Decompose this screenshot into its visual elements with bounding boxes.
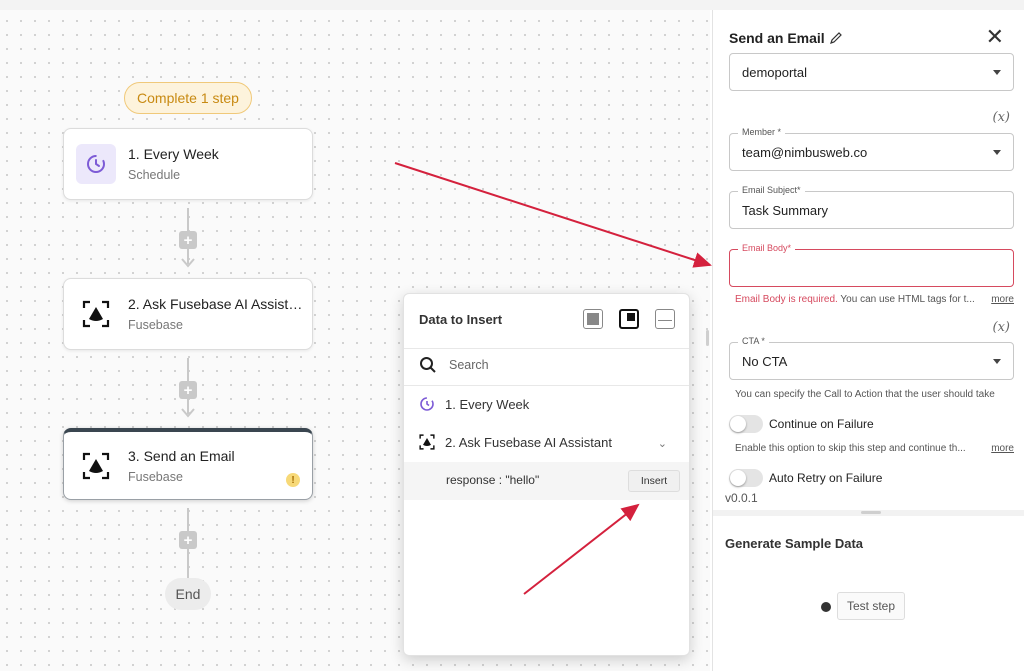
search-input[interactable]: Search	[449, 358, 489, 372]
panel-title: Send an Email	[729, 30, 843, 46]
step-title: 1. Every Week	[128, 146, 219, 162]
cta-label: CTA *	[738, 336, 769, 346]
section-resize-handle[interactable]	[861, 511, 881, 514]
member-select[interactable]: Member * team@nimbusweb.co	[729, 127, 1014, 171]
popup-search[interactable]: Search	[419, 356, 489, 374]
version-label: v0.0.1	[725, 491, 758, 505]
cta-help: You can specify the Call to Action that …	[735, 389, 995, 400]
more-link[interactable]: more	[991, 443, 1014, 454]
data-item-label: 1. Every Week	[445, 396, 530, 412]
add-step-plus-icon[interactable]: +	[179, 231, 197, 249]
fusebase-icon	[419, 434, 435, 450]
email-subject-value: Task Summary	[742, 203, 828, 218]
step-title: 3. Send an Email	[128, 447, 235, 464]
insert-button[interactable]: Insert	[628, 470, 680, 492]
portal-value: demoportal	[742, 65, 808, 80]
fusebase-icon	[76, 294, 116, 334]
test-step-button[interactable]: Test step	[837, 592, 905, 620]
data-item-label: 2. Ask Fusebase AI Assistant	[445, 434, 612, 450]
auto-retry-row: Auto Retry on Failure	[729, 469, 882, 487]
data-item-ask-fusebase[interactable]: 2. Ask Fusebase AI Assistant	[419, 434, 612, 450]
variable-insert-icon[interactable]: (x)	[993, 320, 1010, 335]
continue-on-failure-help: Enable this option to skip this step and…	[735, 443, 966, 454]
email-subject-field[interactable]: Email Subject* Task Summary	[729, 185, 1014, 229]
variable-insert-icon[interactable]: (x)	[993, 110, 1010, 125]
response-label: response : "hello"	[446, 473, 540, 487]
continue-on-failure-toggle[interactable]	[729, 415, 763, 433]
connector-arrow-icon	[181, 258, 195, 268]
email-body-error: Email Body is required.	[735, 294, 838, 305]
edit-pencil-icon[interactable]	[829, 31, 843, 45]
schedule-icon	[420, 397, 434, 411]
step-ask-fusebase-ai[interactable]: 2. Ask Fusebase AI Assistant Fusebase	[63, 278, 313, 350]
panel-title-text: Send an Email	[729, 30, 825, 46]
warning-icon: !	[286, 473, 300, 487]
data-item-response[interactable]: response : "hello" Insert	[404, 462, 689, 500]
member-label: Member *	[738, 127, 786, 137]
divider	[404, 385, 689, 386]
layout-bottom-icon[interactable]	[655, 309, 675, 329]
continue-on-failure-row: Continue on Failure	[729, 415, 874, 433]
layout-full-icon[interactable]	[583, 309, 603, 329]
auto-retry-toggle[interactable]	[729, 469, 763, 487]
schedule-icon	[76, 144, 116, 184]
caret-down-icon	[993, 150, 1001, 155]
more-link[interactable]: more	[991, 294, 1014, 305]
fusebase-icon	[76, 446, 116, 486]
email-body-label: Email Body*	[738, 243, 796, 253]
panel-resize-handle[interactable]	[706, 330, 709, 346]
step-every-week[interactable]: 1. Every Week Schedule	[63, 128, 313, 200]
layout-corner-icon[interactable]	[619, 309, 639, 329]
divider	[404, 348, 689, 349]
email-subject-label: Email Subject*	[738, 185, 805, 195]
connector-arrow-icon	[181, 408, 195, 418]
step-subtitle: Fusebase	[128, 318, 183, 332]
email-body-field[interactable]: Email Body*	[729, 243, 1014, 287]
step-subtitle: Schedule	[128, 168, 181, 182]
generate-sample-data-section: Generate Sample Data Test step	[713, 510, 1024, 671]
status-dot	[821, 602, 831, 612]
cta-select[interactable]: CTA * No CTA	[729, 336, 1014, 380]
end-node: End	[165, 578, 211, 610]
data-item-every-week[interactable]: 1. Every Week	[419, 396, 529, 412]
caret-down-icon	[993, 359, 1001, 364]
add-step-plus-icon[interactable]: +	[179, 381, 197, 399]
complete-steps-badge[interactable]: Complete 1 step	[124, 82, 252, 114]
email-body-help: Email Body is required. You can use HTML…	[735, 294, 990, 305]
auto-retry-label: Auto Retry on Failure	[769, 471, 883, 485]
member-value: team@nimbusweb.co	[742, 145, 868, 160]
cta-value: No CTA	[742, 354, 788, 369]
caret-down-icon	[993, 70, 1001, 75]
email-body-help-text: You can use HTML tags for t...	[837, 294, 975, 305]
popup-title: Data to Insert	[419, 312, 503, 327]
step-send-email[interactable]: 3. Send an Email Fusebase !	[63, 428, 313, 500]
top-strip	[0, 0, 1024, 10]
add-step-plus-icon[interactable]: +	[179, 531, 197, 549]
continue-on-failure-label: Continue on Failure	[769, 417, 874, 431]
portal-select[interactable]: demoportal	[729, 53, 1014, 91]
data-to-insert-popup: Data to Insert Search 1. Every Week 2. A…	[403, 293, 690, 656]
step-subtitle: Fusebase	[128, 469, 183, 484]
search-icon	[420, 357, 436, 373]
step-title: 2. Ask Fusebase AI Assistant	[128, 296, 303, 312]
chevron-down-icon[interactable]: ⌄	[658, 437, 667, 450]
close-icon[interactable]: ✕	[986, 26, 1004, 48]
step-settings-panel: Send an Email ✕ demoportal (x) Member * …	[712, 10, 1024, 671]
generate-sample-data-title: Generate Sample Data	[725, 536, 864, 551]
